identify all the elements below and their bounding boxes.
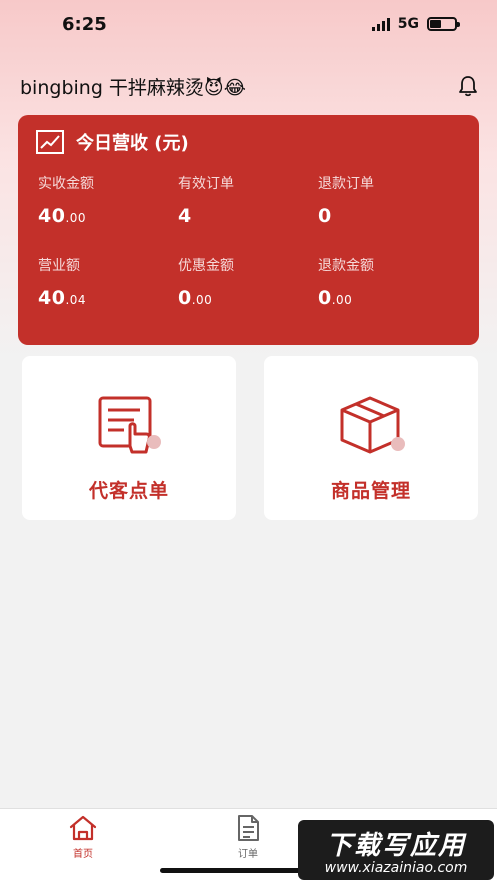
revenue-title: 今日营收 (元)	[76, 133, 189, 154]
status-bar: 6:25 5G	[0, 0, 497, 48]
tab-label: 首页	[73, 849, 93, 860]
header: bingbing 干拌麻辣烫😈😂	[20, 70, 480, 102]
revenue-title-row: 今日营收 (元)	[36, 129, 461, 155]
today-revenue-card: 今日营收 (元) 实收金额 40.00 有效订单 4 退款订单 0 营业额 40…	[18, 115, 479, 345]
watermark-main-text: 下载写应用	[325, 830, 466, 861]
order-for-customer-icon	[98, 396, 161, 454]
order-for-customer-tile[interactable]: 代客点单	[22, 356, 236, 520]
tile-label: 代客点单	[88, 480, 169, 502]
stat-value-dec: .00	[331, 293, 353, 307]
bell-icon[interactable]	[456, 74, 480, 98]
line-chart-icon	[36, 130, 64, 154]
stat-label: 实收金额	[38, 176, 94, 192]
stat-refund-orders: 退款订单 0	[318, 173, 458, 227]
stat-value-dec: .00	[65, 211, 87, 225]
stat-value: 0.00	[178, 287, 318, 309]
stat-value: 0.00	[318, 287, 458, 309]
watermark-logo: 下载写应用 www.xiazainiao.com	[298, 820, 494, 880]
stat-label: 退款金额	[318, 258, 374, 274]
shop-name: bingbing 干拌麻辣烫😈😂	[20, 76, 246, 99]
stat-value-int: 4	[178, 205, 192, 227]
tab-home[interactable]: 首页	[53, 813, 113, 860]
stat-value: 40.04	[38, 287, 178, 309]
stat-value-int: 0	[318, 287, 332, 309]
stat-value-int: 0	[318, 205, 332, 227]
stat-value-int: 40	[38, 205, 66, 227]
tab-label: 订单	[238, 849, 258, 860]
stat-value: 40.00	[38, 205, 178, 227]
stat-label: 有效订单	[178, 176, 234, 192]
product-management-tile[interactable]: 商品管理	[264, 356, 478, 520]
status-indicators: 5G	[371, 16, 460, 32]
battery-icon	[427, 17, 460, 31]
stat-label: 优惠金额	[178, 258, 234, 274]
stat-turnover: 营业额 40.04	[38, 255, 178, 309]
stat-refund-amount: 退款金额 0.00	[318, 255, 458, 309]
stat-label: 营业额	[38, 258, 80, 274]
network-label: 5G	[397, 16, 419, 32]
stat-received-amount: 实收金额 40.00	[38, 173, 178, 227]
signal-icon	[371, 17, 390, 31]
product-box-icon	[340, 396, 405, 454]
stat-value-int: 40	[38, 287, 66, 309]
stat-value: 4	[178, 205, 318, 227]
stat-value: 0	[318, 205, 458, 227]
tab-orders[interactable]: 订单	[218, 813, 278, 860]
stat-value-dec: .00	[191, 293, 213, 307]
stat-value-dec: .04	[65, 293, 87, 307]
document-icon	[238, 815, 259, 841]
stat-valid-orders: 有效订单 4	[178, 173, 318, 227]
status-time: 6:25	[62, 13, 107, 35]
watermark-url: www.xiazainiao.com	[324, 859, 468, 876]
home-icon	[69, 815, 97, 841]
stat-value-int: 0	[178, 287, 192, 309]
stat-label: 退款订单	[318, 176, 374, 192]
stat-discount-amount: 优惠金额 0.00	[178, 255, 318, 309]
tile-label: 商品管理	[330, 480, 411, 502]
revenue-stats-grid: 实收金额 40.00 有效订单 4 退款订单 0 营业额 40.04 优惠金额 …	[38, 173, 461, 309]
